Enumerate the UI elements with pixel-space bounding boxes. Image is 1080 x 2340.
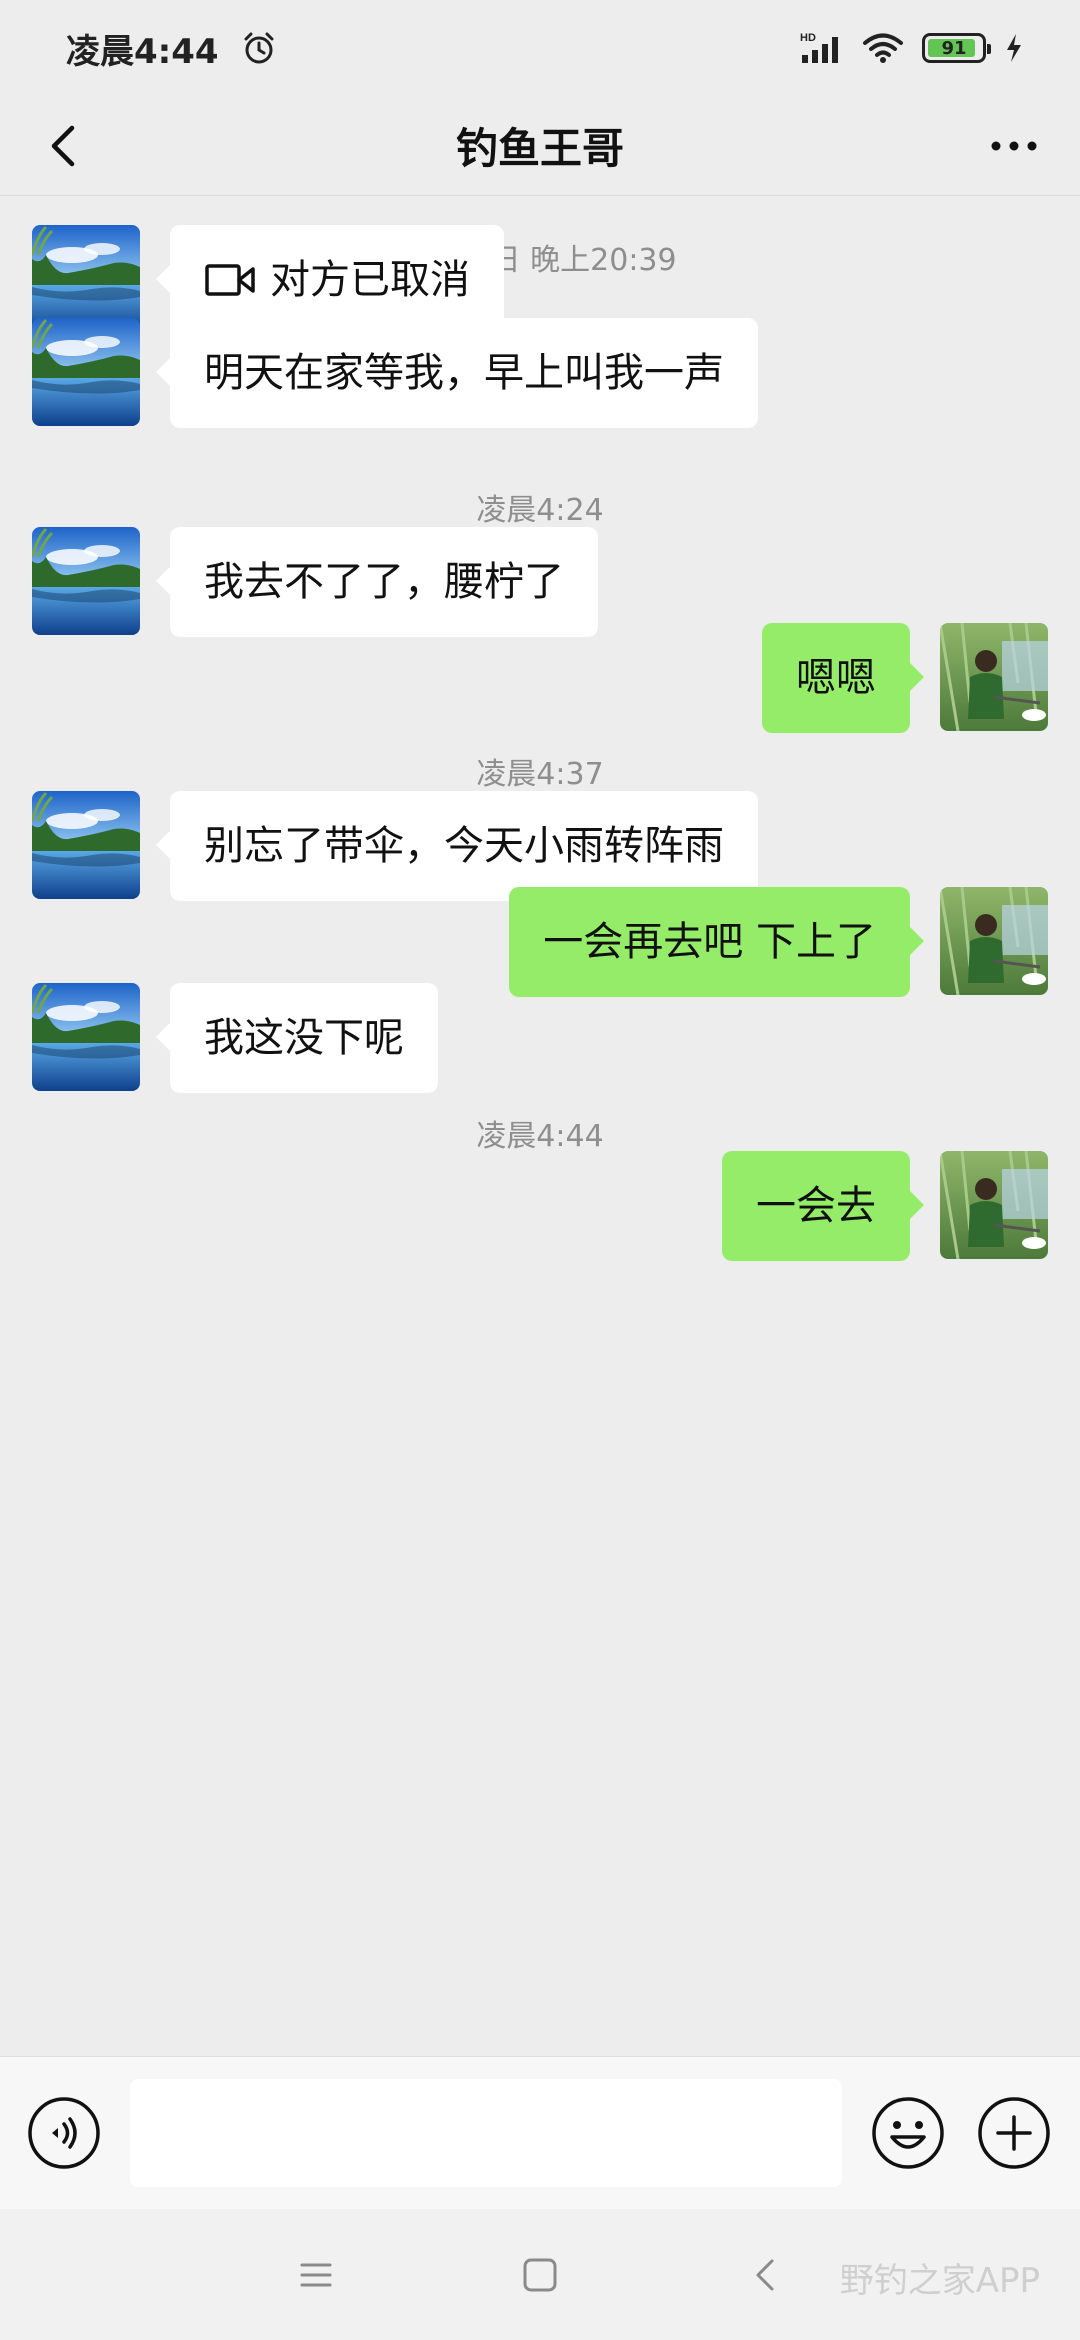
outgoing-message: 一会再去吧 下上了: [0, 887, 1080, 997]
message-bubble[interactable]: 一会再去吧 下上了: [509, 887, 924, 997]
status-left: 凌晨4:44: [66, 24, 277, 73]
network-type-label: HD: [800, 32, 816, 44]
contact-avatar[interactable]: [32, 318, 140, 426]
timestamp-label: 凌晨4:44: [476, 1119, 604, 1154]
video-call-icon: [205, 264, 255, 296]
add-more-icon[interactable]: [976, 2095, 1052, 2171]
back-arrow-icon[interactable]: [34, 114, 98, 178]
contact-avatar[interactable]: [32, 983, 140, 1091]
my-avatar[interactable]: [940, 887, 1048, 995]
chat-header: 钓鱼王哥: [0, 96, 1080, 196]
my-avatar[interactable]: [940, 623, 1048, 731]
home-icon[interactable]: [510, 2245, 570, 2305]
more-options-icon[interactable]: [982, 114, 1046, 178]
message-text: 别忘了带伞，今天小雨转阵雨: [204, 823, 724, 869]
system-navigation-bar: 野钓之家APP: [0, 2209, 1080, 2340]
message-bubble[interactable]: 别忘了带伞，今天小雨转阵雨: [156, 791, 758, 901]
message-bubble[interactable]: 明天在家等我，早上叫我一声: [156, 318, 758, 428]
status-time: 凌晨4:44: [66, 31, 219, 72]
my-avatar[interactable]: [940, 1151, 1048, 1259]
status-right: HD 91: [800, 31, 1024, 65]
emoji-icon[interactable]: [870, 2095, 946, 2171]
outgoing-message: 一会去: [0, 1151, 1080, 1261]
timestamp-label: 凌晨4:37: [476, 757, 604, 792]
contact-avatar[interactable]: [32, 225, 140, 333]
recent-apps-icon[interactable]: [286, 2245, 346, 2305]
incoming-message: 我去不了了，腰柠了: [0, 527, 1080, 637]
chat-message-list[interactable]: 4月24日 晚上20:39 对方已取消 明天在家等我，早上叫我一声 凌晨4:24 我去不…: [0, 197, 1080, 2055]
message-text: 我这没下呢: [204, 1015, 404, 1061]
message-text: 一会再去吧 下上了: [543, 919, 876, 965]
outgoing-message: 嗯嗯: [0, 623, 1080, 733]
watermark: 野钓之家APP: [839, 2261, 1040, 2301]
contact-avatar[interactable]: [32, 791, 140, 899]
voice-input-icon[interactable]: [26, 2095, 102, 2171]
cellular-signal-icon: HD: [800, 32, 838, 63]
message-bubble[interactable]: 嗯嗯: [762, 623, 924, 733]
wifi-icon: [863, 33, 903, 63]
timestamp-label: 凌晨4:24: [476, 493, 604, 528]
message-text: 明天在家等我，早上叫我一声: [204, 350, 724, 396]
status-bar: 凌晨4:44 HD 91: [0, 0, 1080, 96]
message-text: 嗯嗯: [796, 655, 876, 701]
charging-icon: [1007, 34, 1021, 62]
contact-avatar[interactable]: [32, 527, 140, 635]
incoming-message: 别忘了带伞，今天小雨转阵雨: [0, 791, 1080, 901]
message-bubble[interactable]: 我这没下呢: [156, 983, 438, 1093]
chat-title: 钓鱼王哥: [455, 124, 624, 173]
message-bubble[interactable]: 一会去: [722, 1151, 924, 1261]
message-input[interactable]: [130, 2079, 842, 2187]
incoming-message: 我这没下呢: [0, 983, 1080, 1093]
input-bar: [0, 2056, 1080, 2209]
battery-indicator: 91: [922, 33, 991, 63]
message-bubble[interactable]: 我去不了了，腰柠了: [156, 527, 598, 637]
battery-percent: 91: [941, 37, 967, 59]
system-back-icon[interactable]: [736, 2245, 796, 2305]
alarm-icon: [244, 32, 274, 64]
message-text: 我去不了了，腰柠了: [204, 559, 564, 605]
message-text: 一会去: [756, 1183, 876, 1229]
incoming-message: 明天在家等我，早上叫我一声: [0, 318, 1080, 428]
